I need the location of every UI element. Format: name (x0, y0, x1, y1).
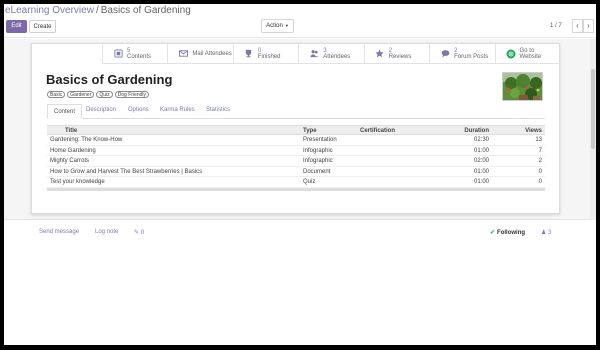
star-icon (375, 49, 385, 59)
tab-description[interactable]: Description (86, 107, 116, 113)
edit-button[interactable]: Edit (6, 20, 27, 33)
breadcrumb-parent-link[interactable]: eLearning Overview (5, 5, 94, 16)
attachments-button[interactable]: ✎ 0 (134, 229, 144, 236)
table-row[interactable]: How to Grow and Harvest The Best Strawbe… (47, 167, 545, 177)
contents-icon (113, 49, 123, 59)
reviews-label: Reviews (388, 53, 412, 60)
tag-badge[interactable]: Dog Friendly (114, 91, 149, 98)
row-type: Infographic (303, 158, 333, 164)
row-duration: 02:00 (473, 158, 489, 164)
breadcrumb: eLearning Overview / Basics of Gardening (5, 5, 191, 16)
row-views: 13 (535, 137, 542, 143)
contents-smart-button[interactable]: 5 Contents (102, 44, 167, 63)
globe-icon (506, 49, 516, 59)
smart-button-box: 5 Contents Mail Attendees 0 Finished 3 A… (102, 44, 560, 64)
user-icon: ♟ (541, 230, 547, 236)
reviews-smart-button[interactable]: 2 Reviews (363, 44, 429, 63)
row-type: Infographic (303, 147, 333, 154)
following-button[interactable]: ✔ Following (490, 229, 525, 236)
row-views: 0 (538, 179, 542, 185)
course-tags: Basic Gardener Quiz Dog Friendly (47, 91, 149, 98)
table-row[interactable]: Gardening: The Know-How Presentation 02:… (47, 135, 545, 146)
row-views: 0 (538, 168, 542, 175)
pager-next-button[interactable]: › (583, 19, 594, 33)
form-scrollbar[interactable] (590, 39, 596, 220)
row-title: How to Grow and Harvest The Best Strawbe… (50, 168, 203, 175)
breadcrumb-current: Basics of Gardening (100, 5, 191, 16)
finished-smart-button[interactable]: 0 Finished (232, 44, 298, 63)
row-views: 7 (538, 147, 542, 154)
row-title: Home Gardening (50, 147, 96, 154)
tab-options[interactable]: Options (128, 107, 149, 113)
followers-button[interactable]: ♟ 3 (541, 229, 551, 236)
pager-value: 1 / 7 (550, 23, 562, 29)
row-type: Document (303, 168, 331, 175)
create-button[interactable]: Create (29, 20, 56, 33)
action-dropdown[interactable]: Action ▼ (261, 19, 294, 33)
tag-badge[interactable]: Basic (47, 91, 66, 98)
grid-footer (47, 187, 545, 191)
trophy-icon (244, 49, 254, 59)
following-label: Following (497, 230, 526, 236)
breadcrumb-separator: / (95, 5, 99, 16)
screenshot-frame: eLearning Overview / Basics of Gardening E… (0, 0, 600, 350)
course-image[interactable] (502, 72, 543, 101)
go-to-website-smart-button[interactable]: Go to Website (494, 44, 560, 63)
content-grid: Title Type Certification Duration Views … (47, 125, 545, 191)
row-title: Mighty Carrots (50, 158, 90, 164)
envelope-icon (178, 49, 188, 59)
row-type: Presentation (303, 137, 337, 143)
form-area: 5 Contents Mail Attendees 0 Finished 3 A… (4, 39, 596, 220)
notebook-tabs: Content Description Options Karma Rules … (47, 104, 545, 119)
users-icon (309, 49, 319, 59)
column-certification-header[interactable]: Certification (360, 128, 395, 134)
check-icon: ✔ (490, 230, 496, 236)
attendees-label: Attendees (323, 53, 351, 60)
row-views: 2 (538, 158, 542, 164)
send-message-button[interactable]: Send message (39, 229, 79, 235)
mail-attendees-label: Mail Attendees (192, 50, 232, 57)
mail-attendees-smart-button[interactable]: Mail Attendees (167, 44, 232, 63)
paperclip-icon: ✎ (134, 230, 140, 236)
column-duration-header[interactable]: Duration (437, 128, 489, 134)
row-duration: 02:30 (473, 137, 489, 143)
pager-previous-button[interactable]: ‹ (572, 19, 583, 33)
log-note-button[interactable]: Log note (95, 229, 118, 235)
tag-badge[interactable]: Quiz (96, 91, 113, 98)
form-sheet: 5 Contents Mail Attendees 0 Finished 3 A… (31, 43, 560, 214)
website-label: Website (519, 53, 542, 60)
attendees-smart-button[interactable]: 3 Attendees (298, 44, 363, 63)
course-title[interactable]: Basics of Gardening (46, 72, 172, 87)
chat-icon (440, 49, 450, 59)
row-duration: 01:00 (473, 147, 489, 154)
row-duration: 01:00 (473, 179, 489, 185)
chatter-bar: Send message Log note ✎ 0 ✔ Following ♟ 3 (4, 221, 596, 241)
column-views-header[interactable]: Views (495, 128, 542, 134)
control-panel: eLearning Overview / Basics of Gardening E… (4, 4, 596, 38)
contents-label: Contents (127, 53, 152, 60)
grid-header: Title Type Certification Duration Views (47, 125, 545, 135)
table-row[interactable]: Mighty Carrots Infographic 02:00 2 (47, 156, 545, 167)
row-duration: 01:00 (473, 168, 489, 175)
tab-karma-rules[interactable]: Karma Rules (160, 107, 195, 113)
action-label: Action (266, 23, 283, 29)
tab-content[interactable]: Content (47, 104, 83, 119)
row-title: Gardening: The Know-How (50, 137, 123, 143)
row-type: Quiz (303, 179, 316, 185)
forum-posts-smart-button[interactable]: 2 Forum Posts (429, 44, 494, 63)
attachments-count: 0 (140, 230, 145, 236)
table-row[interactable]: Home Gardening Infographic 01:00 7 (47, 146, 545, 156)
column-type-header[interactable]: Type (303, 128, 317, 134)
row-title: Test your knowledge (50, 179, 105, 185)
column-title-header[interactable]: Title (65, 128, 77, 134)
scrollbar-thumb[interactable] (591, 69, 595, 149)
finished-label: Finished (257, 53, 281, 60)
table-row[interactable]: Test your knowledge Quiz 01:00 0 (47, 177, 545, 188)
forum-posts-label: Forum Posts (454, 53, 489, 60)
app-window: eLearning Overview / Basics of Gardening E… (4, 4, 596, 345)
followers-count: 3 (548, 230, 552, 236)
tab-statistics[interactable]: Statistics (206, 107, 230, 113)
caret-down-icon: ▼ (284, 23, 289, 28)
tag-badge[interactable]: Gardener (67, 91, 95, 98)
